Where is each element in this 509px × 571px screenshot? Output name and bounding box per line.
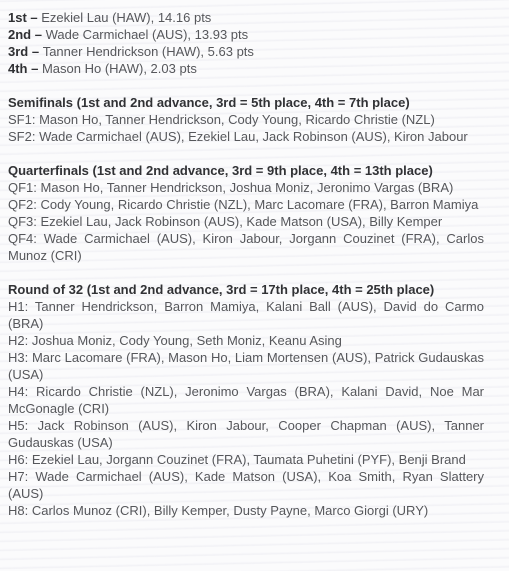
placing-row: 1st – Ezekiel Lau (HAW), 14.16 pts (8, 9, 484, 26)
quarterfinals-heat: QF3: Ezekiel Lau, Jack Robinson (AUS), K… (8, 214, 443, 229)
quarterfinals-section: Quarterfinals (1st and 2nd advance, 3rd … (8, 162, 484, 264)
quarterfinals-heading: Quarterfinals (1st and 2nd advance, 3rd … (8, 163, 433, 178)
semifinals-heading: Semifinals (1st and 2nd advance, 3rd = 5… (8, 95, 410, 110)
results-document: 1st – Ezekiel Lau (HAW), 14.16 pts 2nd –… (0, 0, 509, 519)
placing-dash: – (26, 10, 42, 25)
placing-dash: – (27, 61, 42, 76)
placing-rank: 1st (8, 10, 27, 25)
round-of-32-heat: H3: Marc Lacomare (FRA), Mason Ho, Liam … (8, 350, 484, 382)
semifinals-section: Semifinals (1st and 2nd advance, 3rd = 5… (8, 94, 484, 145)
round-of-32-heat: H4: Ricardo Christie (NZL), Jeronimo Var… (8, 384, 484, 416)
quarterfinals-heat: QF4: Wade Carmichael (AUS), Kiron Jabour… (8, 231, 484, 263)
placing-row: 3rd – Tanner Hendrickson (HAW), 5.63 pts (8, 43, 484, 60)
round-of-32-heat: H1: Tanner Hendrickson, Barron Mamiya, K… (8, 299, 484, 331)
round-of-32-heat: H6: Ezekiel Lau, Jorgann Couzinet (FRA),… (8, 452, 466, 467)
round-of-32-section: Round of 32 (1st and 2nd advance, 3rd = … (8, 281, 484, 519)
semifinals-heat: SF2: Wade Carmichael (AUS), Ezekiel Lau,… (8, 129, 468, 144)
round-of-32-heat: H5: Jack Robinson (AUS), Kiron Jabour, C… (8, 418, 484, 450)
placing-detail: Tanner Hendrickson (HAW), 5.63 pts (42, 44, 254, 59)
semifinals-heat: SF1: Mason Ho, Tanner Hendrickson, Cody … (8, 112, 435, 127)
round-of-32-heading: Round of 32 (1st and 2nd advance, 3rd = … (8, 282, 435, 297)
placing-rank: 4th (8, 61, 28, 76)
placing-detail: Ezekiel Lau (HAW), 14.16 pts (41, 10, 212, 25)
placing-dash: – (31, 27, 46, 42)
placing-detail: Wade Carmichael (AUS), 13.93 pts (45, 27, 249, 42)
round-of-32-heat: H7: Wade Carmichael (AUS), Kade Matson (… (8, 469, 484, 501)
placing-row: 2nd – Wade Carmichael (AUS), 13.93 pts (8, 26, 484, 43)
placing-rank: 3rd (8, 44, 29, 59)
placing-detail: Mason Ho (HAW), 2.03 pts (41, 61, 197, 76)
quarterfinals-heat: QF1: Mason Ho, Tanner Hendrickson, Joshu… (8, 180, 454, 195)
final-placings-section: 1st – Ezekiel Lau (HAW), 14.16 pts 2nd –… (8, 9, 484, 77)
round-of-32-heat: H8: Carlos Munoz (CRI), Billy Kemper, Du… (8, 503, 429, 518)
placing-dash: – (28, 44, 43, 59)
placing-row: 4th – Mason Ho (HAW), 2.03 pts (8, 60, 484, 77)
placing-rank: 2nd (8, 27, 32, 42)
round-of-32-heat: H2: Joshua Moniz, Cody Young, Seth Moniz… (8, 333, 342, 348)
quarterfinals-heat: QF2: Cody Young, Ricardo Christie (NZL),… (8, 197, 479, 212)
